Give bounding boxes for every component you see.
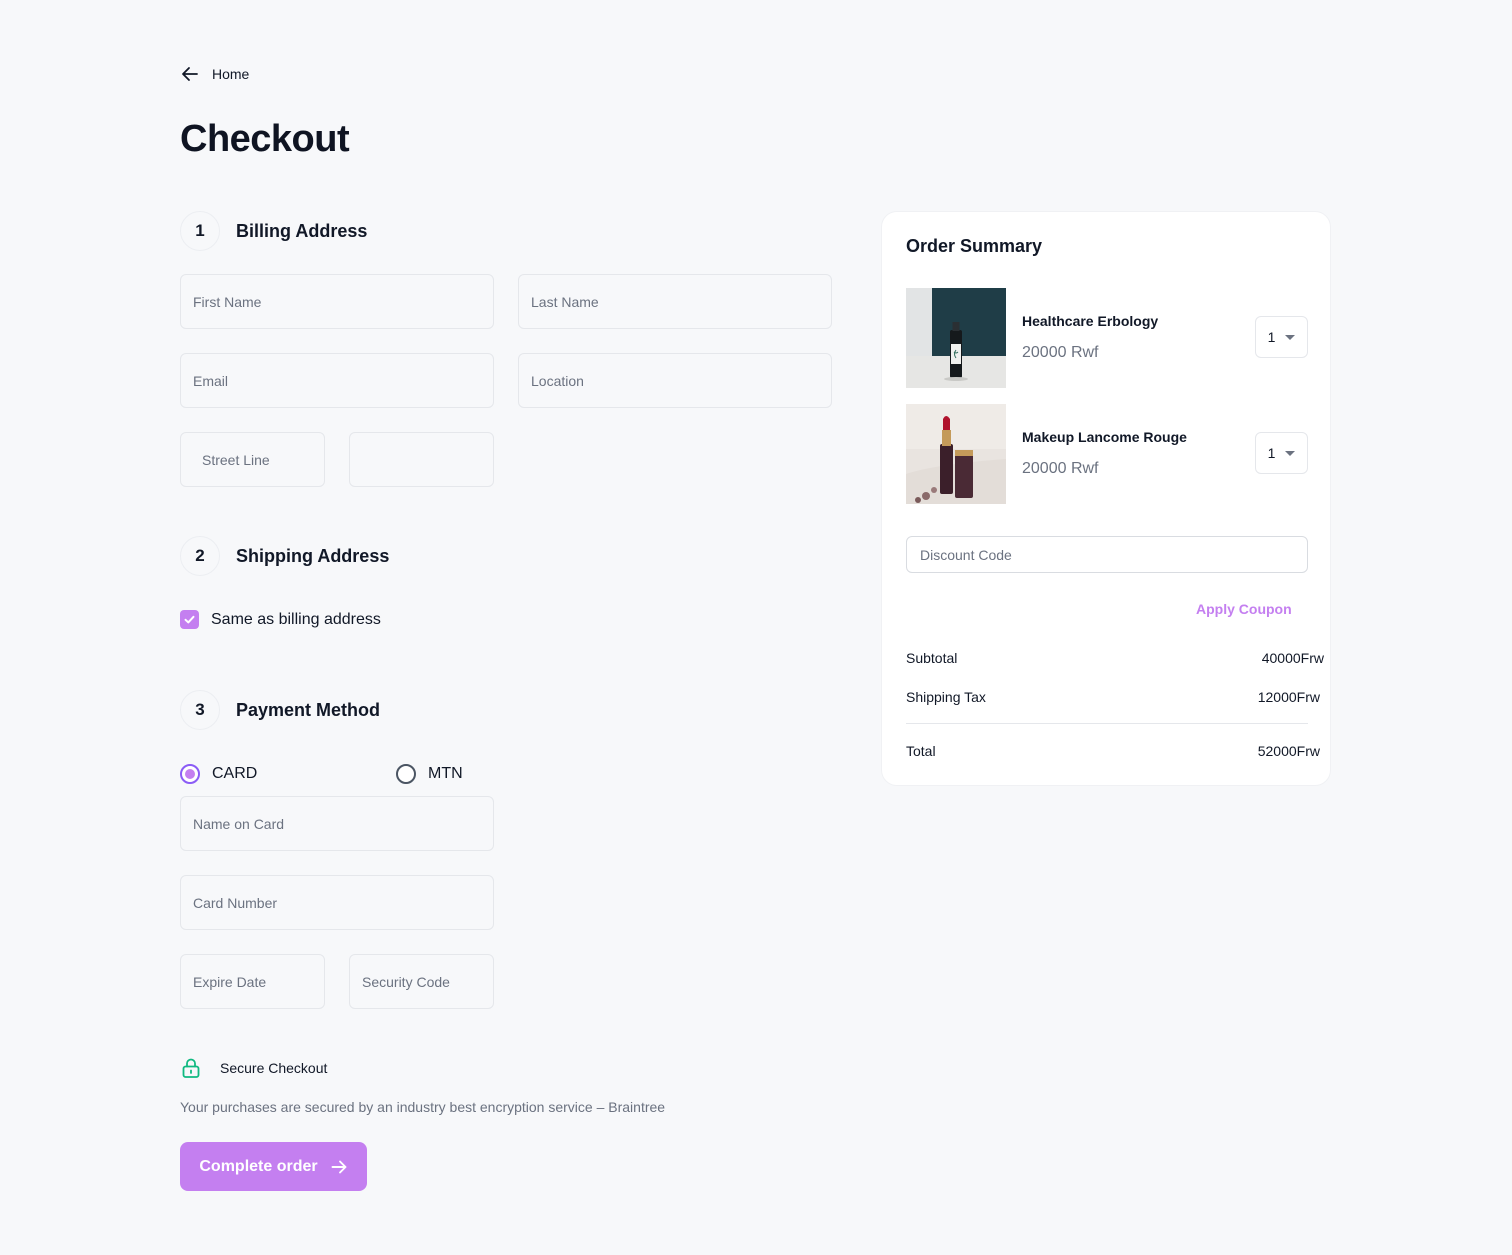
shipping-section-header: 2 Shipping Address xyxy=(180,536,389,576)
total-value: 52000Frw xyxy=(1257,743,1320,759)
subtotal-value: 40000Frw xyxy=(1261,650,1324,666)
expire-date-field[interactable] xyxy=(180,954,325,1009)
back-link-label: Home xyxy=(212,66,250,82)
quantity-select[interactable]: 1 xyxy=(1255,432,1308,474)
quantity-select[interactable]: 1 xyxy=(1255,316,1308,358)
radio-card[interactable]: CARD xyxy=(180,764,257,784)
product-price: 20000 Rwf xyxy=(1022,344,1099,361)
chevron-down-icon xyxy=(1285,334,1296,340)
quantity-value: 1 xyxy=(1267,445,1276,461)
secure-checkout: Secure Checkout xyxy=(180,1057,327,1079)
complete-order-button[interactable]: Complete order xyxy=(180,1142,367,1191)
subtotal-label: Subtotal xyxy=(906,650,958,666)
check-icon xyxy=(184,615,195,624)
section-title: Payment Method xyxy=(236,699,381,720)
lock-icon xyxy=(182,1058,200,1078)
section-title: Shipping Address xyxy=(236,545,390,566)
last-name-field[interactable] xyxy=(518,274,832,329)
complete-order-label: Complete order xyxy=(199,1157,318,1175)
radio-label: CARD xyxy=(212,765,258,782)
radio-label: MTN xyxy=(428,765,463,782)
chevron-down-icon xyxy=(1285,450,1296,456)
arrow-right-icon xyxy=(331,1160,347,1173)
quantity-value: 1 xyxy=(1267,329,1276,345)
radio-mtn[interactable]: MTN xyxy=(396,764,463,784)
product-name: Healthcare Erbology xyxy=(1022,313,1159,329)
discount-code-input[interactable] xyxy=(906,536,1308,573)
checkbox-label: Same as billing address xyxy=(211,610,381,628)
product-image xyxy=(906,288,1006,388)
order-summary-title: Order Summary xyxy=(906,236,1043,256)
total-label: Total xyxy=(906,743,936,759)
checkbox-checked[interactable] xyxy=(180,610,199,629)
product-price: 20000 Rwf xyxy=(1022,460,1099,477)
step-number: 2 xyxy=(180,536,220,576)
first-name-field[interactable] xyxy=(180,274,494,329)
apply-coupon-button[interactable]: Apply Coupon xyxy=(1196,601,1292,617)
radio-button[interactable] xyxy=(180,764,200,784)
shipping-tax-value: 12000Frw xyxy=(1257,689,1320,705)
location-field[interactable] xyxy=(518,353,832,408)
street-line-2-field[interactable] xyxy=(349,432,494,487)
street-line-field[interactable] xyxy=(180,432,325,487)
step-number: 3 xyxy=(180,690,220,730)
section-title: Billing Address xyxy=(236,220,368,241)
radio-button[interactable] xyxy=(396,764,416,784)
email-field[interactable] xyxy=(180,353,494,408)
shipping-tax-label: Shipping Tax xyxy=(906,689,986,705)
product-image xyxy=(906,404,1006,504)
divider xyxy=(906,723,1308,724)
step-number: 1 xyxy=(180,211,220,251)
arrow-left-icon xyxy=(182,67,198,81)
page-title: Checkout xyxy=(180,118,350,160)
order-summary-card: Order Summary Healthcare Erbology 20000 … xyxy=(881,211,1331,786)
back-link[interactable]: Home xyxy=(180,64,249,84)
secure-checkout-note: Your purchases are secured by an industr… xyxy=(180,1099,666,1115)
card-number-field[interactable] xyxy=(180,875,494,930)
same-as-billing-checkbox[interactable]: Same as billing address xyxy=(180,610,381,629)
payment-section-header: 3 Payment Method xyxy=(180,690,380,730)
security-code-field[interactable] xyxy=(349,954,494,1009)
name-on-card-field[interactable] xyxy=(180,796,494,851)
billing-section-header: 1 Billing Address xyxy=(180,211,367,251)
secure-checkout-title: Secure Checkout xyxy=(220,1060,328,1076)
product-name: Makeup Lancome Rouge xyxy=(1022,429,1187,445)
